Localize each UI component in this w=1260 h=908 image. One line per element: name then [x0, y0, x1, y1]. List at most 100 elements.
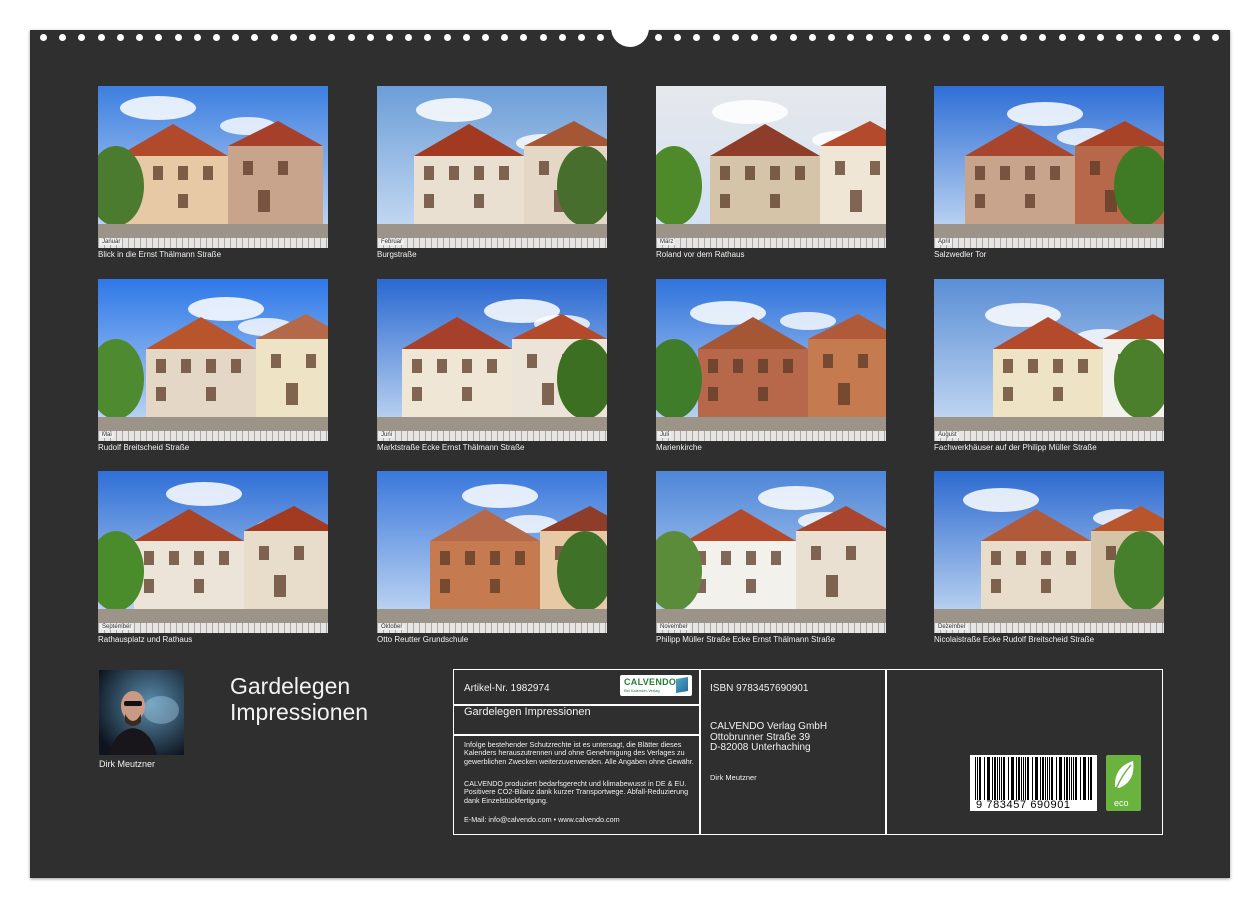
product-info-box: Artikel-Nr. 1982974 CALVENDO Bei Kalende… [453, 669, 1163, 835]
binding-hole [405, 33, 413, 41]
month-calendar-strip: Februar [377, 238, 607, 248]
month-calendar-strip: März [656, 238, 886, 248]
barcode-bar [1032, 757, 1033, 800]
photo-caption: Rudolf Breitscheid Straße [98, 443, 190, 452]
legal-notice: Infolge bestehender Schutzrechte ist es … [464, 740, 694, 766]
barcode-bar [1016, 757, 1017, 800]
photo-image [934, 86, 1164, 248]
barcode-bar [1047, 757, 1048, 800]
barcode-bar [1059, 757, 1062, 800]
contact-line: E-Mail: info@calvendo.com • www.calvendo… [464, 815, 620, 824]
binding-hole [655, 33, 662, 41]
barcode-bar [987, 757, 990, 800]
binding-hole [520, 33, 528, 41]
barcode-bar [1040, 757, 1041, 800]
photo-image [377, 471, 607, 633]
month-label: Juni [379, 432, 395, 438]
photo-image [656, 471, 886, 633]
author-name: Dirk Meutzner [99, 759, 156, 769]
article-number: Artikel-Nr. 1982974 [464, 683, 550, 694]
logo-cube-icon [676, 676, 688, 694]
photo-caption: Otto Reutter Grundschule [377, 635, 469, 644]
barcode-bar [1073, 757, 1074, 800]
author-portrait [99, 670, 184, 755]
calendar-photo: August [934, 279, 1164, 441]
barcode-bar [992, 757, 993, 800]
month-label: November [658, 624, 690, 630]
binding-hole [116, 33, 124, 41]
binding-hole [1097, 33, 1105, 41]
month-label: Oktober [379, 624, 405, 630]
month-calendar-strip: Januar [98, 238, 328, 248]
info-hline-2 [454, 734, 699, 736]
binding-hole [1116, 33, 1124, 41]
barcode-bar [994, 757, 996, 800]
binding-hole [693, 33, 701, 41]
binding-hole [462, 33, 470, 41]
binding-hole [212, 33, 220, 41]
calendar-photo: März [656, 86, 886, 248]
month-calendar-strip: November [656, 623, 886, 633]
binding-hole [827, 33, 835, 41]
month-label: April [936, 239, 953, 245]
calendar-photo: April [934, 86, 1164, 248]
binding-hole [289, 33, 297, 41]
binding-hole [155, 33, 163, 41]
barcode-bar [1003, 757, 1005, 800]
binding-hole [328, 33, 336, 41]
photo-image [98, 471, 328, 633]
month-calendar-strip: Juni [377, 431, 607, 441]
binding-hole [385, 33, 393, 41]
calendar-photo: Januar [98, 86, 328, 248]
barcode-bar [1056, 757, 1057, 800]
barcode-bar [977, 757, 978, 800]
binding-hole [808, 33, 816, 41]
month-label: Februar [379, 239, 405, 245]
publisher-address: CALVENDO Verlag GmbH Ottobrunner Straße … [710, 721, 828, 754]
binding-hole [981, 33, 989, 41]
barcode-bar [1018, 757, 1020, 800]
barcode-bar [1027, 757, 1029, 800]
photo-caption: Rathausplatz und Rathaus [98, 635, 193, 644]
photo-image [656, 86, 886, 248]
binding-hole [309, 33, 317, 41]
month-calendar-strip: September [98, 623, 328, 633]
binding-hole [731, 33, 739, 41]
month-label: März [658, 239, 676, 245]
barcode-bar [1001, 757, 1002, 800]
binding-hole [1173, 33, 1181, 41]
barcode-bar [1011, 757, 1014, 800]
binding-hole [482, 33, 490, 41]
photo-image [934, 471, 1164, 633]
photo-image [377, 279, 607, 441]
month-label: Januar [100, 239, 123, 245]
binding-hole [943, 33, 951, 41]
month-label: September [100, 624, 134, 630]
calendar-photo: September [98, 471, 328, 633]
publisher-name: CALVENDO Verlag GmbH [710, 721, 828, 732]
binding-hole [674, 33, 682, 41]
calvendo-logo: CALVENDO Bei Kalender-Verlag [620, 675, 692, 696]
month-calendar-strip: Oktober [377, 623, 607, 633]
binding-hole [866, 33, 874, 41]
barcode-bar [1025, 757, 1026, 800]
photo-image [98, 86, 328, 248]
binding-hole [1039, 33, 1047, 41]
title-line-2: Impressionen [230, 699, 369, 725]
photo-caption: Roland vor dem Rathaus [656, 250, 745, 259]
binding-hole [770, 33, 778, 41]
barcode-bar [1042, 757, 1044, 800]
binding-hole [962, 33, 970, 41]
binding-hole [366, 33, 374, 41]
calendar-photo: Juli [656, 279, 886, 441]
binding-hole [751, 33, 759, 41]
binding-hole [136, 33, 144, 41]
month-label: Dezember [936, 624, 968, 630]
isbn: ISBN 9783457690901 [710, 683, 809, 694]
barcode-bar [1008, 757, 1009, 800]
photo-caption: Philipp Müller Straße Ecke Ernst Thälman… [656, 635, 836, 644]
photo-caption: Blick in die Ernst Thälmann Straße [98, 250, 222, 259]
binding-hole [924, 33, 932, 41]
photo-caption: Salzwedler Tor [934, 250, 987, 259]
publisher-city: D-82008 Unterhaching [710, 742, 811, 753]
